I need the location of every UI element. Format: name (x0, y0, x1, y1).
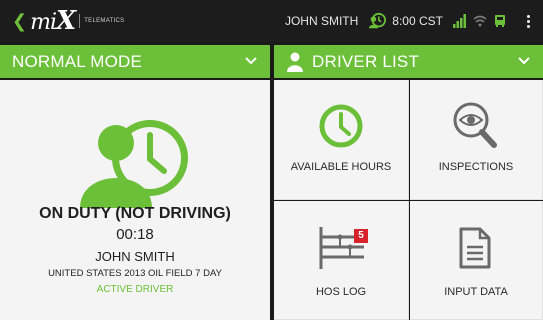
clock-time: 8:00 CST (392, 14, 443, 28)
active-driver-label: ACTIVE DRIVER (96, 284, 174, 295)
brand-subtitle: TELEMATICS (84, 18, 125, 24)
chevron-down-icon (245, 57, 257, 65)
driver-duty-clock-icon (80, 120, 188, 208)
available-hours-tile[interactable]: AVAILABLE HOURS (274, 80, 409, 200)
wifi-icon (473, 15, 487, 27)
current-user[interactable]: JOHN SMITH (285, 14, 358, 28)
signal-strength-icon (453, 14, 466, 28)
driver-clock-icon (369, 12, 387, 29)
hos-log-badge: 5 (354, 229, 368, 243)
mode-selector[interactable]: NORMAL MODE (0, 45, 270, 78)
overflow-menu-icon (526, 14, 530, 29)
tile-label: HOS LOG (315, 286, 367, 298)
tile-label: AVAILABLE HOURS (290, 161, 392, 173)
inspections-tile[interactable]: INSPECTIONS (410, 80, 543, 200)
vehicle-icon (495, 15, 505, 27)
hos-ruleset: UNITED STATES 2013 OIL FIELD 7 DAY (48, 268, 222, 279)
input-data-tile[interactable]: INPUT DATA (410, 201, 543, 320)
status-right-group: JOHN SMITH 8:00 CST (285, 0, 543, 42)
status-bar: ❮ miX TELEMATICS JOHN SMITH 8:00 CST (0, 0, 543, 42)
logo-divider (79, 14, 81, 28)
document-icon (459, 227, 491, 269)
driver-name: JOHN SMITH (95, 249, 175, 264)
overflow-menu-button[interactable] (513, 0, 543, 42)
tile-label: INSPECTIONS (438, 161, 514, 173)
duty-status-panel[interactable]: ON DUTY (NOT DRIVING) 00:18 JOHN SMITH U… (0, 80, 270, 320)
driver-list-selector[interactable]: DRIVER LIST (274, 45, 543, 78)
duty-status-text: ON DUTY (NOT DRIVING) (39, 205, 231, 222)
clock-icon (319, 104, 363, 148)
person-icon (287, 52, 303, 72)
hos-log-tile[interactable]: 5 HOS LOG (274, 201, 409, 320)
chevron-down-icon (518, 57, 530, 65)
mix-telematics-logo[interactable]: ❮ miX TELEMATICS (12, 6, 125, 36)
duty-elapsed-time: 00:18 (116, 226, 154, 243)
back-chevron-icon[interactable]: ❮ (12, 11, 27, 32)
tile-label: INPUT DATA (444, 286, 508, 298)
driver-list-label: DRIVER LIST (312, 51, 420, 71)
brand-wordmark: miX (30, 6, 76, 36)
mode-label: NORMAL MODE (12, 51, 143, 71)
eye-search-icon (453, 102, 497, 148)
